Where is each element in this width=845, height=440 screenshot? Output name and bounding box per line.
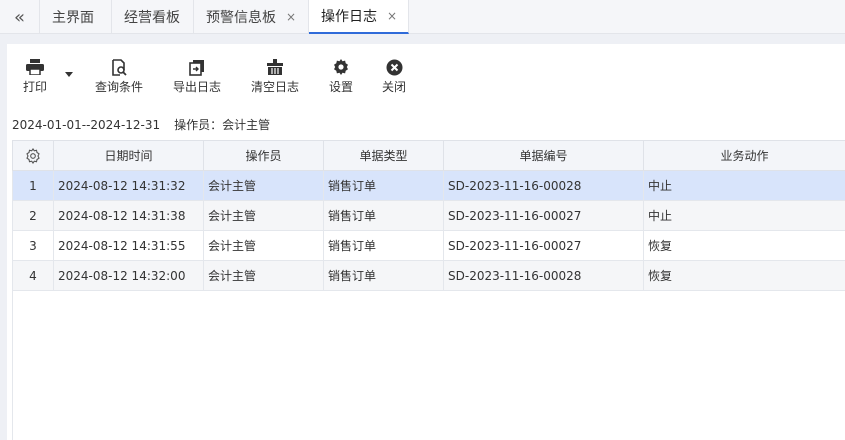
cell-datetime: 2024-08-12 14:31:55: [53, 230, 204, 261]
clear-log-button[interactable]: 清空日志: [251, 58, 299, 95]
row-index: 3: [12, 230, 54, 261]
table-row[interactable]: 2 2024-08-12 14:31:38 会计主管 销售订单 SD-2023-…: [12, 200, 845, 231]
printer-icon: [26, 58, 44, 76]
tab-label: 预警信息板: [206, 10, 276, 26]
cell-doc-no: SD-2023-11-16-00027: [443, 230, 644, 261]
column-header-doc-no[interactable]: 单据编号: [443, 140, 644, 171]
column-header-operator[interactable]: 操作员: [203, 140, 324, 171]
clear-label: 清空日志: [251, 80, 300, 94]
tab-operation-log[interactable]: 操作日志 ×: [309, 0, 409, 34]
cell-doc-type: 销售订单: [323, 230, 444, 261]
close-icon[interactable]: ×: [387, 9, 397, 23]
cell-datetime: 2024-08-12 14:32:00: [53, 260, 204, 291]
cell-doc-type: 销售订单: [323, 200, 444, 231]
column-header-doc-type[interactable]: 单据类型: [323, 140, 444, 171]
cell-doc-no: SD-2023-11-16-00027: [443, 200, 644, 231]
tab-alerts[interactable]: 预警信息板 ×: [194, 0, 309, 34]
close-icon[interactable]: ×: [286, 10, 296, 24]
tab-label: 经营看板: [124, 10, 180, 26]
table-row[interactable]: 1 2024-08-12 14:31:32 会计主管 销售订单 SD-2023-…: [12, 170, 845, 201]
close-button[interactable]: 关闭: [382, 58, 406, 95]
cell-action: 恢复: [643, 260, 845, 291]
operation-log-panel: 打印 查询条件 导出日志 清空日志 设置 关闭 2024-01-01--2024…: [7, 44, 845, 440]
cell-doc-type: 销售订单: [323, 170, 444, 201]
column-header-action[interactable]: 业务动作: [643, 140, 845, 171]
export-icon: [189, 58, 205, 76]
tab-label: 操作日志: [321, 9, 377, 25]
operator-value: 会计主管: [222, 118, 271, 132]
cell-doc-no: SD-2023-11-16-00028: [443, 260, 644, 291]
column-settings-icon[interactable]: [12, 140, 54, 171]
tab-bar: « 主界面 经营看板 预警信息板 × 操作日志 ×: [0, 0, 845, 34]
operator-label: 操作员：: [174, 118, 223, 132]
gear-icon: [333, 58, 349, 76]
collapse-tabs-icon[interactable]: «: [0, 0, 40, 34]
table-row[interactable]: 3 2024-08-12 14:31:55 会计主管 销售订单 SD-2023-…: [12, 230, 845, 261]
cell-operator: 会计主管: [203, 260, 324, 291]
clear-broom-icon: [266, 58, 284, 76]
settings-button[interactable]: 设置: [329, 58, 353, 95]
export-label: 导出日志: [173, 80, 222, 94]
cell-datetime: 2024-08-12 14:31:32: [53, 170, 204, 201]
table-left-border: [12, 290, 13, 440]
settings-label: 设置: [329, 80, 354, 94]
filter-summary: 2024-01-01--2024-12-31 操作员：会计主管: [12, 116, 270, 133]
tab-dashboard[interactable]: 经营看板: [112, 0, 194, 34]
date-range: 2024-01-01--2024-12-31: [12, 118, 161, 132]
cell-doc-no: SD-2023-11-16-00028: [443, 170, 644, 201]
print-label: 打印: [23, 80, 48, 94]
query-label: 查询条件: [95, 80, 144, 94]
log-table: 日期时间 操作员 单据类型 单据编号 业务动作 1 2024-08-12 14:…: [12, 140, 845, 291]
cell-datetime: 2024-08-12 14:31:38: [53, 200, 204, 231]
tab-label: 主界面: [52, 10, 94, 26]
cell-action: 中止: [643, 170, 845, 201]
table-header: 日期时间 操作员 单据类型 单据编号 业务动作: [12, 140, 845, 171]
close-circle-icon: [386, 58, 403, 76]
export-log-button[interactable]: 导出日志: [173, 58, 221, 95]
close-label: 关闭: [382, 80, 407, 94]
row-index: 4: [12, 260, 54, 291]
print-dropdown-icon[interactable]: [65, 72, 73, 77]
cell-operator: 会计主管: [203, 170, 324, 201]
cell-doc-type: 销售订单: [323, 260, 444, 291]
row-index: 2: [12, 200, 54, 231]
query-conditions-button[interactable]: 查询条件: [95, 58, 143, 95]
table-row[interactable]: 4 2024-08-12 14:32:00 会计主管 销售订单 SD-2023-…: [12, 260, 845, 291]
search-document-icon: [111, 58, 127, 76]
column-header-datetime[interactable]: 日期时间: [53, 140, 204, 171]
cell-operator: 会计主管: [203, 230, 324, 261]
cell-action: 恢复: [643, 230, 845, 261]
cell-operator: 会计主管: [203, 200, 324, 231]
tab-home[interactable]: 主界面: [40, 0, 112, 34]
print-button[interactable]: 打印: [23, 58, 47, 95]
row-index: 1: [12, 170, 54, 201]
cell-action: 中止: [643, 200, 845, 231]
